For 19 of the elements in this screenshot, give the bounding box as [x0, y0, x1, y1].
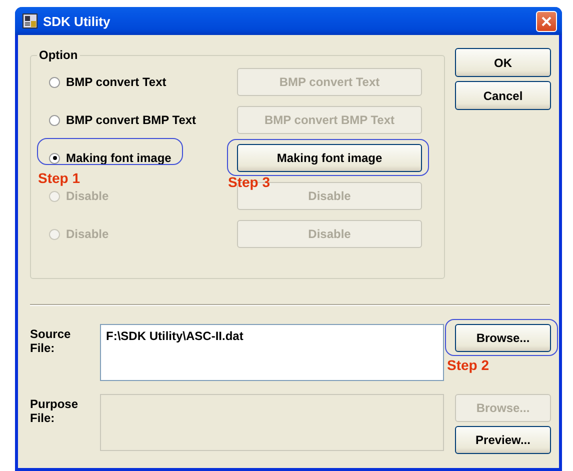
radio-label[interactable]: Making font image — [66, 151, 172, 165]
app-icon — [22, 13, 38, 29]
dialog-button[interactable]: Cancel — [455, 81, 551, 110]
radio-button[interactable] — [49, 76, 60, 88]
radio-button[interactable] — [49, 152, 60, 164]
field-label: Purpose File: — [30, 396, 80, 427]
window-title: SDK Utility — [43, 14, 112, 28]
dialog-button[interactable]: OK — [455, 48, 551, 77]
radio-label[interactable]: BMP convert Text — [66, 75, 166, 89]
file-button[interactable]: Browse... — [455, 324, 551, 352]
close-button[interactable] — [536, 10, 557, 32]
close-icon — [541, 16, 552, 26]
field-label: Source File: — [30, 326, 72, 357]
step-annotation: Step 2 — [447, 357, 490, 373]
group-title: Option — [38, 48, 79, 62]
source-file-field[interactable]: F:\SDK Utility\ASC-II.dat — [100, 324, 444, 381]
action-button[interactable]: Making font image — [237, 144, 422, 172]
radio-label[interactable]: BMP convert BMP Text — [66, 113, 196, 127]
radio-button[interactable] — [49, 114, 60, 126]
